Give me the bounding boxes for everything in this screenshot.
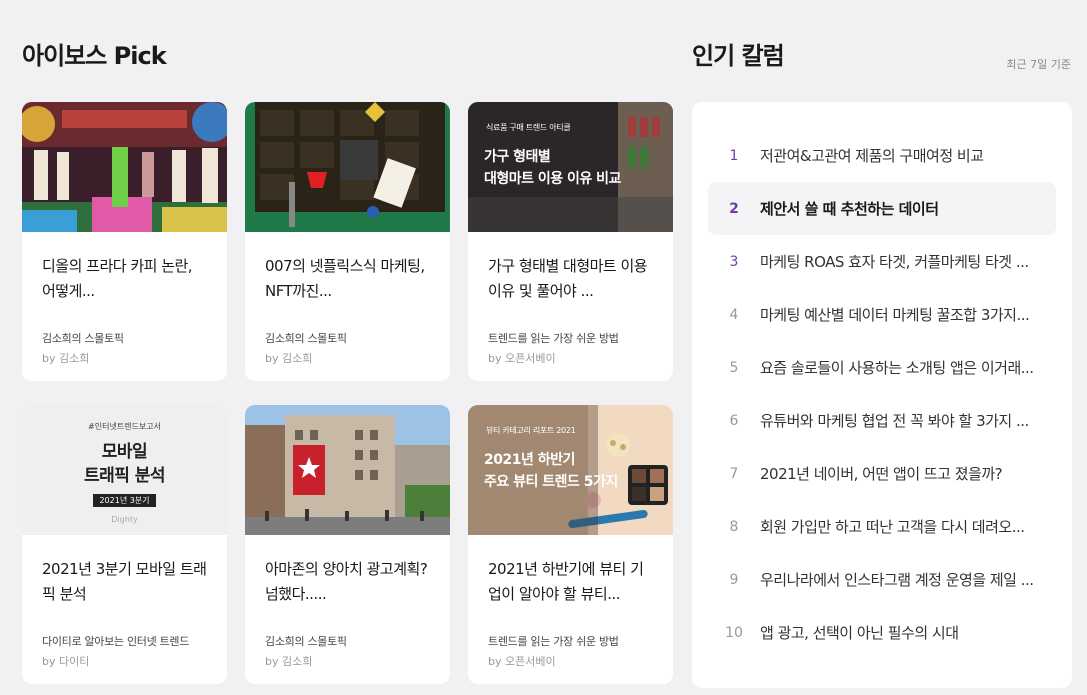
popular-item[interactable]: 5 요즘 솔로들이 사용하는 소개팅 앱은 이거래... — [708, 341, 1056, 394]
popular-item[interactable]: 8 회원 가입만 하고 떠난 고객을 다시 데려오... — [708, 500, 1056, 553]
rank-number: 8 — [729, 518, 739, 535]
rank-number: 2 — [729, 200, 739, 217]
card-author: by 김소희 — [265, 655, 313, 668]
brand-logo: Dighty — [111, 515, 138, 524]
popular-item[interactable]: 10 앱 광고, 선택이 아닌 필수의 시대 — [708, 606, 1056, 659]
fashion-show-thumbnail — [22, 102, 227, 232]
rank-number: 3 — [729, 253, 739, 270]
rank-number: 6 — [729, 412, 739, 429]
card-source: 트렌드를 읽는 가장 쉬운 방법 — [488, 635, 619, 648]
rank-number: 4 — [729, 306, 739, 323]
nft-calendar-thumbnail — [245, 102, 450, 232]
thumbnail-caption: 가구 형태별 대형마트 이용 이유 비교 — [484, 146, 621, 190]
thumbnail-caption: 모바일 트래픽 분석 — [22, 440, 227, 488]
popular-item-active[interactable]: 2 제안서 쓸 때 추천하는 데이터 — [708, 182, 1056, 235]
popular-item[interactable]: 4 마케팅 예산별 데이터 마케팅 꿀조합 3가지... — [708, 288, 1056, 341]
thumbnail-caption-line: 대형마트 이용 이유 비교 — [484, 171, 621, 187]
thumbnail-kicker: 식료품 구매 트렌드 아티클 — [486, 123, 571, 132]
popular-item-title: 우리나라에서 인스타그램 계정 운영을 제일 ... — [760, 571, 1034, 589]
popular-item-title: 2021년 네이버, 어떤 앱이 뜨고 졌을까? — [760, 465, 1003, 483]
card-title: 아마존의 양아치 광고계획? 넘했다..... — [265, 560, 428, 603]
rank-number: 7 — [729, 465, 739, 482]
popular-item-title: 마케팅 예산별 데이터 마케팅 꿀조합 3가지... — [760, 306, 1030, 324]
pick-section-title: 아이보스 Pick — [22, 42, 167, 70]
pick-card[interactable]: 식료품 구매 트렌드 아티클 가구 형태별 대형마트 이용 이유 비교 가구 형… — [468, 102, 673, 381]
card-author: by 김소희 — [265, 352, 313, 365]
card-title: 디올의 프라다 카피 논란, 어떻게... — [42, 257, 193, 300]
rank-number: 1 — [729, 147, 739, 164]
thumbnail-caption: 2021년 하반기 주요 뷰티 트렌드 5가지 — [484, 449, 618, 493]
cosmetics-thumbnail: 뷰티 카테고리 리포트 2021 2021년 하반기 주요 뷰티 트렌드 5가지 — [468, 405, 673, 535]
pick-card[interactable]: 아마존의 양아치 광고계획? 넘했다..... 김소희의 스몰토픽 by 김소희 — [245, 405, 450, 684]
popular-item[interactable]: 1 저관여&고관여 제품의 구매여정 비교 — [708, 129, 1056, 182]
popular-section-title: 인기 칼럼 — [692, 42, 785, 70]
rank-number: 9 — [729, 571, 739, 588]
thumbnail-kicker: #인터넷트렌드보고서 — [88, 422, 161, 431]
popular-period-label: 최근 7일 기준 — [1006, 58, 1071, 71]
pick-card[interactable]: #인터넷트렌드보고서 모바일 트래픽 분석 2021년 3분기 Dighty 2… — [22, 405, 227, 684]
thumbnail-caption-line: 가구 형태별 — [484, 149, 551, 165]
popular-item-title: 앱 광고, 선택이 아닌 필수의 시대 — [760, 624, 959, 642]
popular-item[interactable]: 9 우리나라에서 인스타그램 계정 운영을 제일 ... — [708, 553, 1056, 606]
thumbnail-caption-line: 트래픽 분석 — [83, 466, 166, 486]
popular-item-title: 회원 가입만 하고 떠난 고객을 다시 데려오... — [760, 518, 1025, 536]
popular-item-title: 저관여&고관여 제품의 구매여정 비교 — [760, 147, 984, 165]
card-source: 김소희의 스몰토픽 — [42, 332, 124, 345]
thumbnail-caption-line: 모바일 — [101, 442, 148, 462]
card-source: 김소희의 스몰토픽 — [265, 332, 347, 345]
popular-item-title: 제안서 쓸 때 추천하는 데이터 — [760, 200, 939, 218]
pick-card[interactable]: 007의 넷플릭스식 마케팅, NFT까진... 김소희의 스몰토픽 by 김소… — [245, 102, 450, 381]
city-building-thumbnail — [245, 405, 450, 535]
thumbnail-caption-line: 2021년 하반기 — [484, 452, 575, 468]
card-title: 2021년 하반기에 뷰티 기업이 알아야 할 뷰티... — [488, 560, 644, 603]
report-cover-thumbnail: #인터넷트렌드보고서 모바일 트래픽 분석 2021년 3분기 Dighty — [22, 405, 227, 535]
thumbnail-kicker: 뷰티 카테고리 리포트 2021 — [486, 426, 576, 435]
card-author: by 오픈서베이 — [488, 352, 556, 365]
rank-number: 5 — [729, 359, 739, 376]
card-source: 다이티로 알아보는 인터넷 트렌드 — [42, 635, 190, 648]
card-title: 2021년 3분기 모바일 트래픽 분석 — [42, 560, 207, 603]
pick-card[interactable]: 뷰티 카테고리 리포트 2021 2021년 하반기 주요 뷰티 트렌드 5가지… — [468, 405, 673, 684]
popular-item[interactable]: 6 유튜버와 마케팅 협업 전 꼭 봐야 할 3가지 ... — [708, 394, 1056, 447]
card-source: 김소희의 스몰토픽 — [265, 635, 347, 648]
thumbnail-caption-line: 주요 뷰티 트렌드 5가지 — [484, 474, 618, 490]
card-author: by 다이티 — [42, 655, 90, 668]
popular-item-title: 요즘 솔로들이 사용하는 소개팅 앱은 이거래... — [760, 359, 1034, 377]
popular-item-title: 유튜버와 마케팅 협업 전 꼭 봐야 할 3가지 ... — [760, 412, 1029, 430]
popular-item-title: 마케팅 ROAS 효자 타겟, 커플마케팅 타겟 ... — [760, 253, 1029, 271]
card-source: 트렌드를 읽는 가장 쉬운 방법 — [488, 332, 619, 345]
pick-card[interactable]: 디올의 프라다 카피 논란, 어떻게... 김소희의 스몰토픽 by 김소희 — [22, 102, 227, 381]
card-title: 007의 넷플릭스식 마케팅, NFT까진... — [265, 257, 425, 300]
card-author: by 오픈서베이 — [488, 655, 556, 668]
supermarket-thumbnail: 식료품 구매 트렌드 아티클 가구 형태별 대형마트 이용 이유 비교 — [468, 102, 673, 232]
rank-number: 10 — [725, 624, 743, 641]
popular-column-list: 1 저관여&고관여 제품의 구매여정 비교 2 제안서 쓸 때 추천하는 데이터… — [692, 102, 1072, 688]
popular-item[interactable]: 7 2021년 네이버, 어떤 앱이 뜨고 졌을까? — [708, 447, 1056, 500]
card-author: by 김소희 — [42, 352, 90, 365]
thumbnail-badge: 2021년 3분기 — [93, 494, 156, 507]
card-title: 가구 형태별 대형마트 이용 이유 및 풀어야 ... — [488, 257, 648, 300]
popular-item[interactable]: 3 마케팅 ROAS 효자 타겟, 커플마케팅 타겟 ... — [708, 235, 1056, 288]
